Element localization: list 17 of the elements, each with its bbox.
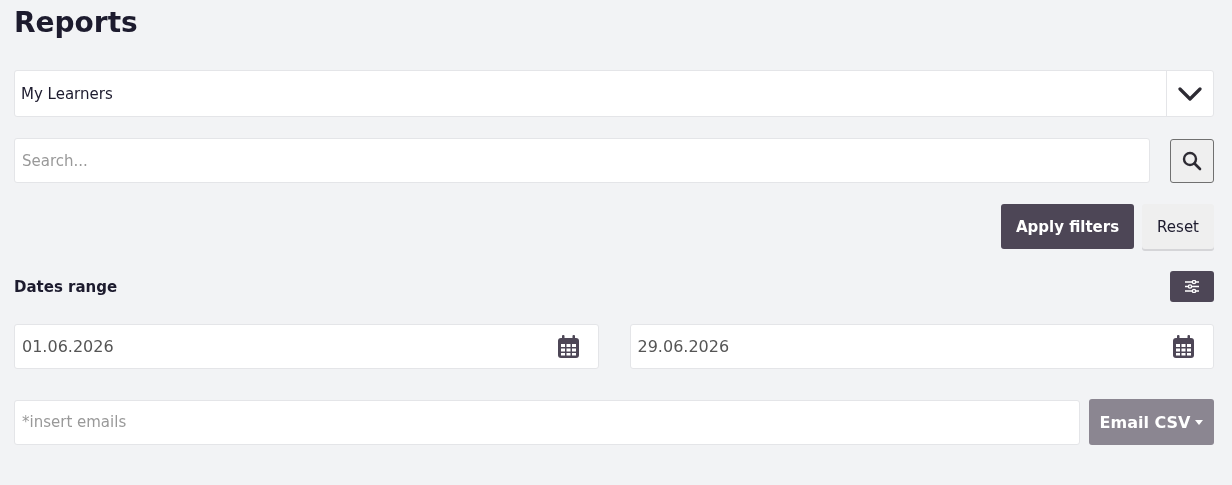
page-title: Reports <box>14 5 139 41</box>
search-field[interactable]: Search... <box>14 138 1150 183</box>
calendar-icon <box>1173 335 1194 358</box>
reset-button[interactable]: Reset <box>1142 204 1214 249</box>
filter-button[interactable] <box>1170 271 1214 302</box>
caret-icon <box>1195 419 1204 425</box>
chevron-down-icon <box>1178 86 1202 101</box>
sliders-icon <box>1185 280 1199 293</box>
report-select[interactable]: My Learners <box>14 70 1214 117</box>
date-field[interactable]: 01.06.2026 <box>14 324 599 369</box>
date-field[interactable]: 29.06.2026 <box>629 324 1214 369</box>
calendar-icon <box>557 335 579 358</box>
section-label: Dates range <box>14 277 118 296</box>
apply-button[interactable]: Apply filters <box>1000 204 1135 249</box>
email-field[interactable]: *insert emails <box>14 399 1080 445</box>
search-button[interactable] <box>1170 138 1214 183</box>
search-icon <box>1182 150 1202 171</box>
